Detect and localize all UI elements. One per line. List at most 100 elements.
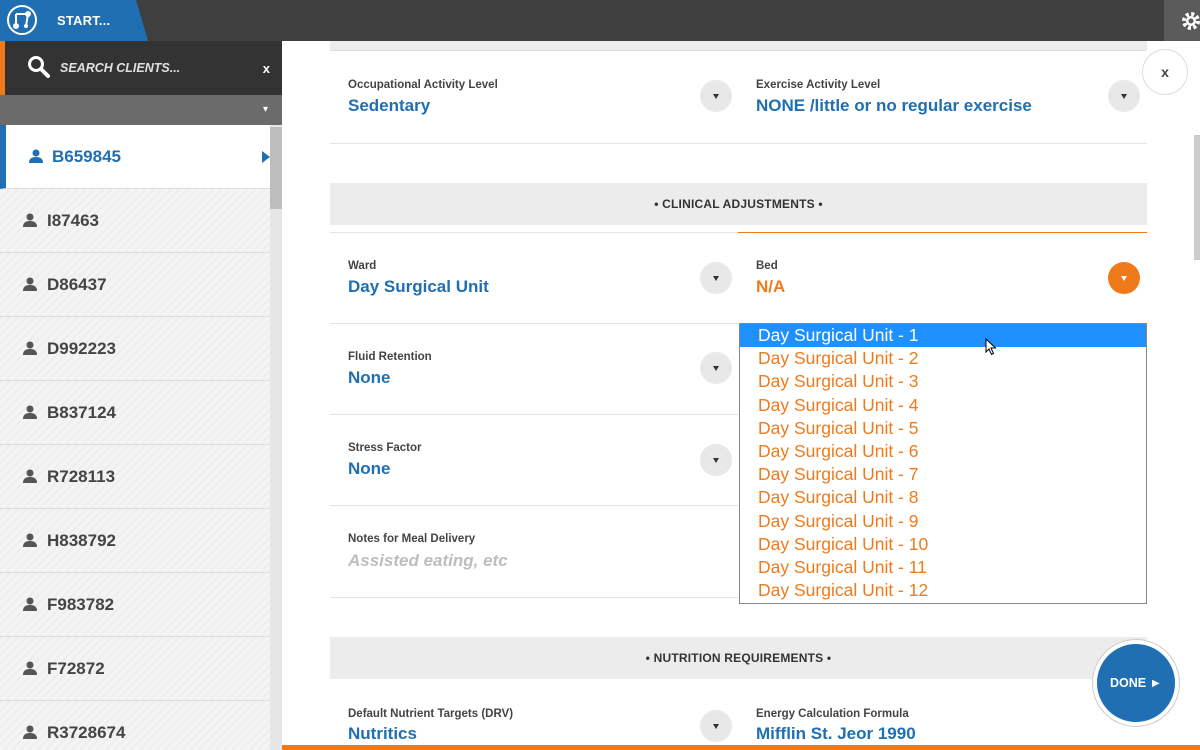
client-id: B837124 — [47, 403, 117, 422]
fluid-retention-label: Fluid Retention — [348, 351, 432, 363]
client-id: F72872 — [47, 659, 105, 678]
bed-option[interactable]: Day Surgical Unit - 2 — [740, 347, 1146, 370]
drv-value[interactable]: Nutritics — [348, 724, 417, 744]
ward-dropdown-button[interactable] — [700, 262, 732, 294]
bed-option[interactable]: Day Surgical Unit - 5 — [740, 417, 1146, 440]
client-id: D992223 — [47, 339, 117, 358]
energy-formula-label: Energy Calculation Formula — [756, 708, 909, 720]
bullet-icon: • — [654, 197, 659, 211]
bed-field-focus-line — [738, 232, 1147, 233]
divider — [330, 505, 738, 506]
search-icon — [28, 56, 50, 78]
divider — [330, 414, 738, 415]
fluid-retention-dropdown-button[interactable] — [700, 352, 732, 384]
client-item[interactable]: H838792 — [0, 509, 270, 573]
clear-search-button[interactable]: x — [263, 61, 270, 76]
bed-dropdown-button[interactable] — [1108, 262, 1140, 294]
main-scrollbar-thumb[interactable] — [1194, 135, 1200, 260]
bed-option[interactable]: Day Surgical Unit - 1 — [740, 324, 1146, 348]
fluid-retention-value[interactable]: None — [348, 368, 391, 388]
bullet-icon: • — [645, 651, 651, 665]
bed-option[interactable]: Day Surgical Unit - 11 — [740, 556, 1146, 579]
client-item[interactable]: R3728674 — [0, 701, 270, 750]
client-item[interactable]: I87463 — [0, 189, 270, 253]
clinical-adjustments-header: • CLINICAL ADJUSTMENTS • — [330, 183, 1147, 225]
client-sidebar: SEARCH CLIENTS... x ▾ B659845 I87463 D86… — [0, 41, 282, 750]
client-item[interactable]: B837124 — [0, 381, 270, 445]
settings-button[interactable] — [1164, 0, 1200, 41]
bed-option[interactable]: Day Surgical Unit - 4 — [740, 394, 1146, 417]
divider — [330, 143, 1147, 144]
bed-option[interactable]: Day Surgical Unit - 3 — [740, 370, 1146, 393]
sidebar-scrollbar[interactable] — [270, 125, 282, 750]
bed-label: Bed — [756, 260, 778, 272]
person-icon — [29, 149, 43, 163]
bullet-icon: • — [826, 651, 832, 665]
meal-notes-input[interactable]: Assisted eating, etc — [348, 551, 508, 571]
person-icon — [23, 405, 37, 419]
client-search-bar[interactable]: SEARCH CLIENTS... x — [0, 41, 282, 95]
client-item[interactable]: R728113 — [0, 445, 270, 509]
client-id: R3728674 — [47, 723, 126, 742]
bed-option[interactable]: Day Surgical Unit - 9 — [740, 510, 1146, 533]
stress-factor-value[interactable]: None — [348, 459, 391, 479]
clinical-adjustments-title: CLINICAL ADJUSTMENTS — [662, 197, 815, 211]
nutrition-requirements-title: NUTRITION REQUIREMENTS — [653, 651, 824, 665]
bed-option[interactable]: Day Surgical Unit - 12 — [740, 579, 1146, 602]
divider — [330, 232, 738, 233]
bed-value[interactable]: N/A — [756, 277, 785, 297]
client-item[interactable]: D992223 — [0, 317, 270, 381]
client-filter-dropdown[interactable]: ▾ — [0, 95, 282, 125]
person-icon — [23, 277, 37, 291]
person-icon — [23, 533, 37, 547]
stress-factor-label: Stress Factor — [348, 442, 422, 454]
bed-option[interactable]: Day Surgical Unit - 6 — [740, 440, 1146, 463]
gear-icon — [1182, 12, 1200, 30]
meal-notes-label: Notes for Meal Delivery — [348, 533, 476, 545]
exercise-activity-dropdown-button[interactable] — [1108, 80, 1140, 112]
occupational-activity-dropdown-button[interactable] — [700, 80, 732, 112]
exercise-activity-value[interactable]: NONE /little or no regular exercise — [756, 96, 1032, 116]
person-icon — [23, 341, 37, 355]
energy-formula-value[interactable]: Mifflin St. Jeor 1990 — [756, 724, 916, 744]
done-button[interactable]: DONE ► — [1093, 640, 1179, 726]
client-item[interactable]: F72872 — [0, 637, 270, 701]
top-bar: START... — [0, 0, 1200, 41]
nutrition-requirements-header: • NUTRITION REQUIREMENTS • — [330, 637, 1147, 679]
client-item[interactable]: D86437 — [0, 253, 270, 317]
bed-options-list: Day Surgical Unit - 1 Day Surgical Unit … — [739, 323, 1147, 604]
client-id: R728113 — [47, 467, 116, 486]
person-icon — [23, 469, 37, 483]
client-id: I87463 — [47, 211, 99, 230]
client-id: H838792 — [47, 531, 117, 550]
bottom-accent-bar — [282, 745, 1200, 750]
person-icon — [23, 597, 37, 611]
divider — [330, 323, 738, 324]
search-input[interactable]: SEARCH CLIENTS... — [60, 61, 180, 75]
occupational-activity-label: Occupational Activity Level — [348, 79, 498, 91]
client-list: B659845 I87463 D86437 D992223 B837124 R7… — [0, 125, 270, 750]
sidebar-scrollbar-thumb[interactable] — [270, 127, 282, 209]
client-id: F983782 — [47, 595, 115, 614]
person-icon — [23, 213, 37, 227]
client-item[interactable]: B659845 — [0, 125, 270, 189]
ward-value[interactable]: Day Surgical Unit — [348, 277, 489, 297]
person-icon — [23, 661, 37, 675]
ward-label: Ward — [348, 260, 377, 272]
bed-option[interactable]: Day Surgical Unit - 8 — [740, 486, 1146, 509]
drv-dropdown-button[interactable] — [700, 710, 732, 742]
client-id: D86437 — [47, 275, 107, 294]
close-button[interactable]: x — [1142, 49, 1188, 95]
occupational-activity-value[interactable]: Sedentary — [348, 96, 430, 116]
client-id: B659845 — [52, 147, 122, 166]
network-logo-icon[interactable] — [6, 4, 38, 36]
chevron-down-icon: ▾ — [262, 104, 268, 115]
client-item[interactable]: F983782 — [0, 573, 270, 637]
bullet-icon: • — [818, 197, 823, 211]
start-label[interactable]: START... — [57, 13, 110, 28]
caret-right-icon — [262, 151, 270, 163]
bed-option[interactable]: Day Surgical Unit - 7 — [740, 463, 1146, 486]
exercise-activity-label: Exercise Activity Level — [756, 79, 881, 91]
bed-option[interactable]: Day Surgical Unit - 10 — [740, 533, 1146, 556]
stress-factor-dropdown-button[interactable] — [700, 444, 732, 476]
